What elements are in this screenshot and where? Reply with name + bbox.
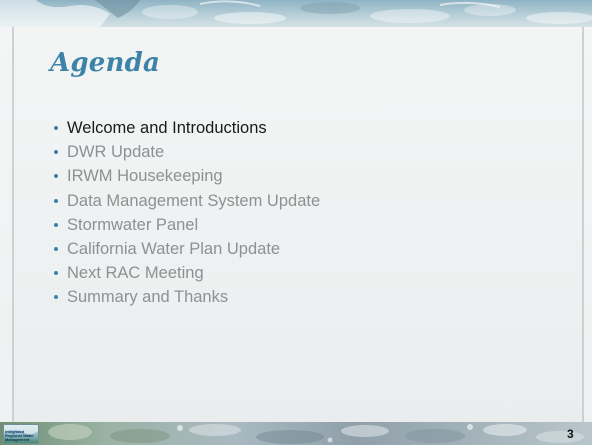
water-texture-graphic	[0, 0, 592, 27]
agenda-item: DWR Update	[54, 140, 320, 164]
agenda-item-label: Summary and Thanks	[67, 288, 229, 307]
agenda-item-label: DWR Update	[67, 143, 165, 162]
bullet-icon	[54, 174, 58, 179]
bullet-icon	[54, 150, 58, 155]
agenda-item: Data Management System Update	[54, 189, 320, 213]
slide: Agenda Welcome and Introductions DWR Upd…	[0, 0, 592, 445]
bullet-icon	[54, 246, 58, 251]
agenda-item-label: Welcome and Introductions	[67, 119, 267, 137]
bottom-texture-band	[0, 422, 592, 445]
agenda-item-label: IRWM Housekeeping	[67, 167, 223, 186]
bullet-icon	[54, 295, 58, 300]
agenda-item: Welcome and Introductions	[54, 116, 320, 140]
logo-text: Integrated Regional Water Management	[5, 429, 34, 442]
agenda-list: Welcome and Introductions DWR Update IRW…	[54, 116, 320, 310]
bullet-icon	[54, 222, 58, 227]
bullet-icon	[54, 198, 58, 203]
agenda-item-label: Data Management System Update	[67, 191, 321, 210]
agenda-item: Next RAC Meeting	[54, 261, 320, 285]
agenda-item-label: California Water Plan Update	[67, 239, 281, 258]
agenda-item: Stormwater Panel	[54, 213, 320, 237]
agenda-item: California Water Plan Update	[54, 237, 320, 261]
bullet-icon	[54, 271, 58, 276]
agenda-item-label: Next RAC Meeting	[67, 264, 204, 283]
agenda-item-label: Stormwater Panel	[67, 215, 199, 234]
rock-texture-graphic	[48, 424, 584, 444]
irwm-logo: Integrated Regional Water Management	[3, 424, 39, 444]
top-texture-band	[0, 0, 592, 27]
bullet-icon	[54, 126, 58, 130]
agenda-item: Summary and Thanks	[54, 285, 320, 309]
slide-title: Agenda	[50, 48, 161, 78]
agenda-item: IRWM Housekeeping	[54, 164, 320, 188]
page-number: 3	[567, 427, 574, 441]
